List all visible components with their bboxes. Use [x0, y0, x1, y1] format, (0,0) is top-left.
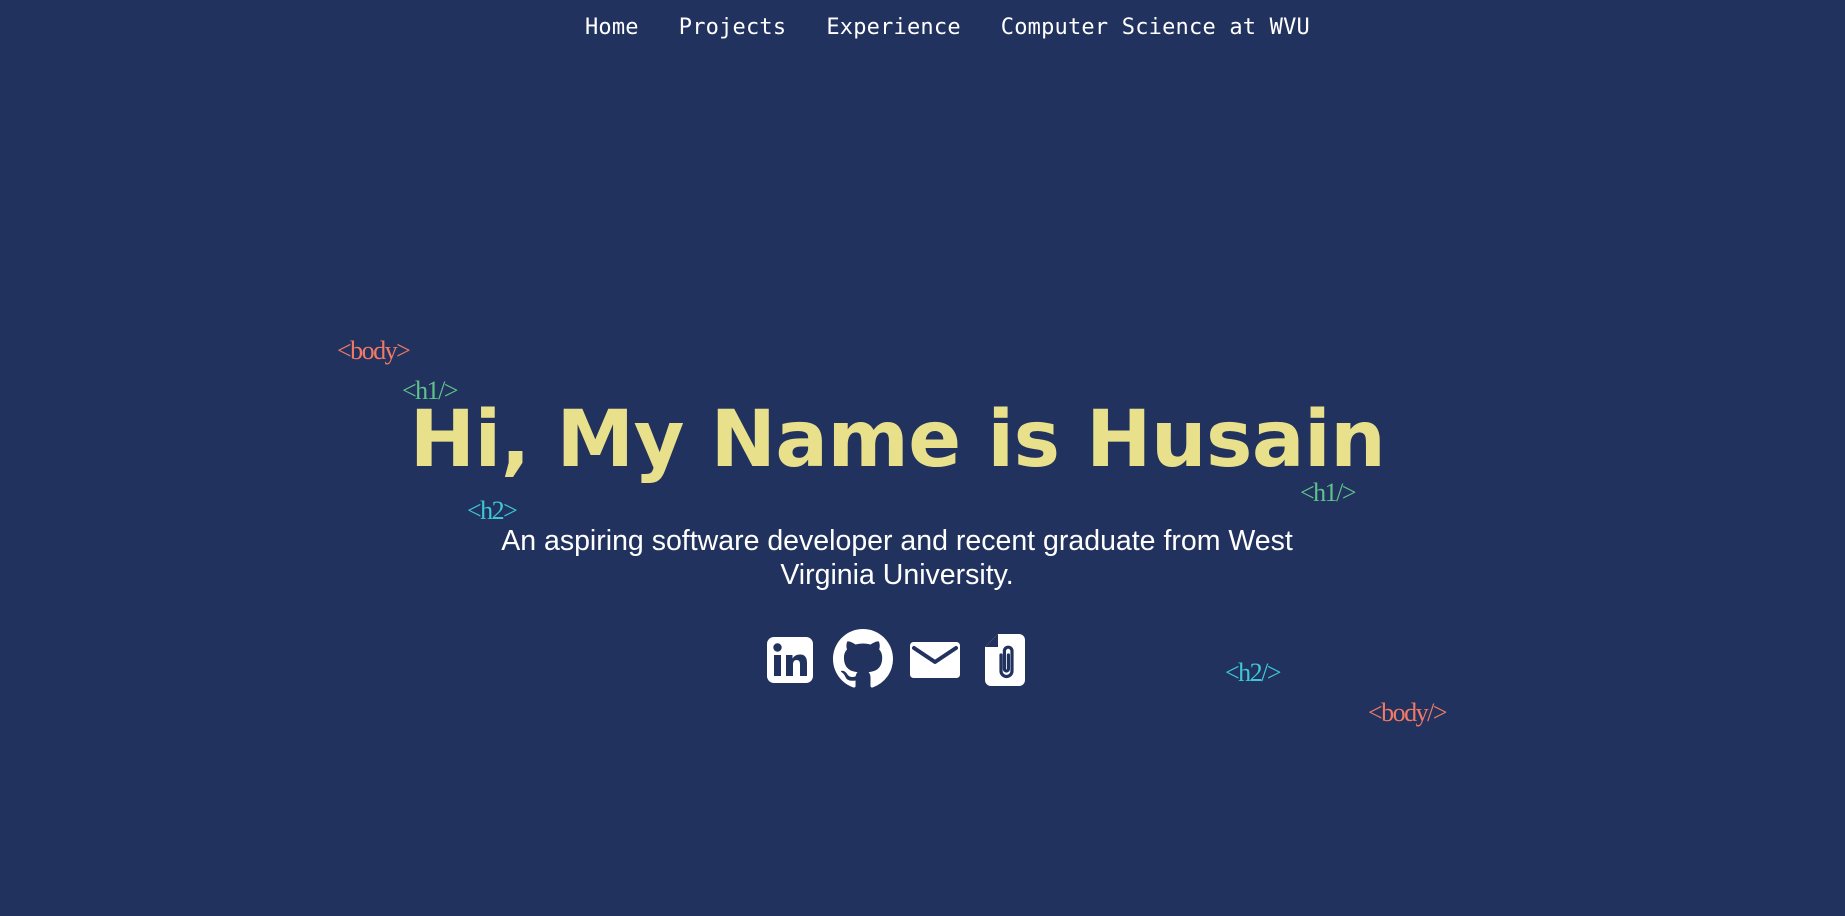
body-open-tag: <body> [337, 336, 411, 365]
hero-subtitle: An aspiring software developer and recen… [501, 525, 1293, 591]
github-icon [832, 629, 893, 688]
nav-projects-link[interactable]: Projects [679, 12, 787, 44]
resume-link[interactable] [977, 628, 1033, 690]
social-links [0, 628, 1795, 690]
email-link[interactable] [907, 628, 963, 690]
h1-close-tag: <h1/> [1300, 478, 1357, 507]
linkedin-icon [766, 637, 813, 683]
email-icon [909, 642, 960, 678]
github-link[interactable] [832, 628, 893, 690]
h2-open-tag: <h2> [467, 496, 518, 525]
nav-experience-link[interactable]: Experience [826, 12, 960, 44]
page: Home Projects Experience Computer Scienc… [0, 0, 1845, 916]
hero-headline: Hi, My Name is Husain [409, 395, 1386, 485]
nav-home-link[interactable]: Home [585, 12, 639, 44]
resume-document-icon [984, 634, 1025, 686]
linkedin-link[interactable] [763, 628, 819, 690]
nav-cs-wvu-link[interactable]: Computer Science at WVU [1001, 12, 1310, 44]
body-close-tag: <body/> [1368, 698, 1448, 727]
h2-close-tag: <h2/> [1225, 658, 1282, 687]
top-nav: Home Projects Experience Computer Scienc… [0, 12, 1845, 44]
